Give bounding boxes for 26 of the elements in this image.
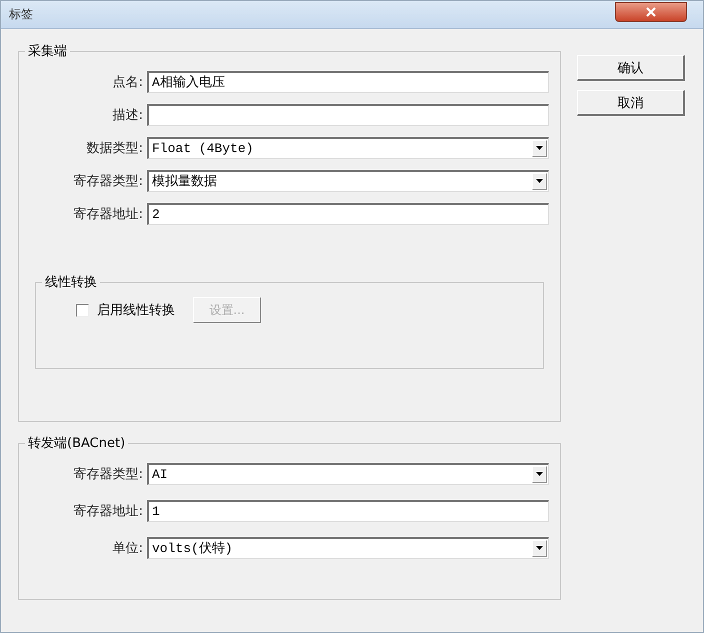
cancel-button[interactable]: 取消 [577, 90, 685, 116]
input-field[interactable]: 1 [147, 500, 549, 522]
field-label: 寄存器地址: [72, 502, 144, 520]
group-title: 转发端(BACnet) [27, 435, 126, 452]
input-field[interactable]: 2 [147, 202, 549, 224]
dropdown[interactable]: AI [147, 462, 549, 484]
field-label: 寄存器地址: [72, 206, 144, 222]
group-title: 线性转换 [44, 274, 98, 291]
field-label: 寄存器类型: [72, 466, 144, 482]
dropdown[interactable]: Float (4Byte) [147, 136, 549, 158]
group-title: 采集端 [27, 43, 68, 60]
field-label: 描述: [112, 106, 144, 124]
field-label: 数据类型: [86, 140, 144, 156]
dropdown[interactable]: 模拟量数据 [147, 170, 549, 192]
field-label: 单位: [112, 540, 144, 556]
field-label: 点名: [112, 74, 144, 90]
checkbox[interactable] [76, 304, 89, 316]
input-field[interactable]: A相输入电压 [147, 70, 549, 92]
window-title: 标签 [9, 6, 33, 23]
field-label: 寄存器类型: [72, 172, 144, 190]
checkbox-label: 启用线性转换 [97, 302, 175, 319]
close-button[interactable] [615, 2, 687, 22]
input-field[interactable] [147, 104, 549, 126]
dropdown[interactable]: volts(伏特) [147, 536, 549, 558]
close-icon [645, 6, 657, 16]
confirm-button[interactable]: 确认 [577, 55, 685, 81]
